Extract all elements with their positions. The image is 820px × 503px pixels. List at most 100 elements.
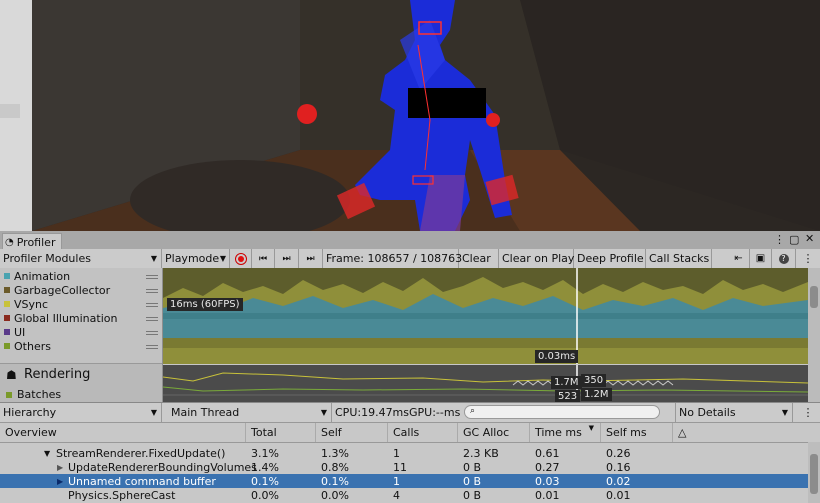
column-self-ms[interactable]: Self ms bbox=[601, 423, 673, 442]
module-garbage-collector[interactable]: GarbageCollector bbox=[4, 283, 110, 297]
more-options-icon: ⋮ bbox=[802, 252, 814, 265]
scene-render bbox=[0, 0, 820, 231]
previous-frame-button[interactable]: ⏮ bbox=[252, 249, 275, 268]
cursor-time-label: 0.03ms bbox=[535, 350, 579, 363]
self-value: 1.3% bbox=[321, 446, 349, 460]
view-type-dropdown[interactable]: Hierarchy ▼ bbox=[0, 403, 162, 422]
column-calls[interactable]: Calls bbox=[388, 423, 458, 442]
module-color-swatch bbox=[4, 273, 10, 279]
total-value: 0.0% bbox=[251, 488, 279, 502]
cpu-usage-chart[interactable]: 16ms (60FPS) 0.03ms bbox=[163, 268, 808, 364]
drag-handle-icon[interactable] bbox=[146, 275, 158, 279]
time-ms-value: 0.03 bbox=[535, 474, 560, 488]
column-label: Self ms bbox=[606, 426, 647, 439]
total-value: 0.1% bbox=[251, 474, 279, 488]
maximize-icon[interactable]: ▢ bbox=[789, 233, 799, 246]
self-ms-value: 0.26 bbox=[606, 446, 631, 460]
table-row[interactable]: Physics.SphereCast 0.0% 0.0% 4 0 B 0.01 … bbox=[0, 488, 808, 502]
module-others[interactable]: Others bbox=[4, 339, 51, 353]
gc-alloc-value: 0 B bbox=[463, 474, 482, 488]
module-label: Animation bbox=[14, 269, 71, 283]
load-button[interactable]: ⇤ bbox=[728, 249, 750, 268]
rendering-title: Rendering bbox=[24, 367, 91, 382]
self-ms-value: 0.02 bbox=[606, 474, 631, 488]
dropdown-arrow-icon: ▼ bbox=[320, 408, 327, 417]
drag-handle-icon[interactable] bbox=[146, 331, 158, 335]
clear-button[interactable]: Clear bbox=[459, 249, 499, 268]
sort-descending-icon: ▼ bbox=[588, 424, 594, 432]
playmode-dropdown[interactable]: Playmode ▼ bbox=[162, 249, 230, 268]
rendering-module[interactable]: ☗ Rendering Batches bbox=[0, 363, 162, 403]
rendering-chart-graphic bbox=[163, 365, 808, 402]
call-stacks-toggle[interactable]: Call Stacks bbox=[646, 249, 712, 268]
batches-label: Batches bbox=[17, 388, 62, 401]
calls-value: 1 bbox=[393, 446, 400, 460]
sample-name: StreamRenderer.FixedUpdate() bbox=[56, 446, 226, 460]
clear-on-play-toggle[interactable]: Clear on Play bbox=[499, 249, 574, 268]
table-row-selected[interactable]: ▶ Unnamed command buffer 0.1% 0.1% 1 0 B… bbox=[0, 474, 808, 488]
thread-dropdown[interactable]: Main Thread ▼ bbox=[168, 403, 332, 422]
module-label: UI bbox=[14, 325, 26, 339]
time-ms-value: 0.61 bbox=[535, 446, 560, 460]
tab-profiler[interactable]: ◔ Profiler bbox=[2, 233, 63, 250]
warning-icon: △ bbox=[678, 426, 687, 439]
module-vsync[interactable]: VSync bbox=[4, 297, 48, 311]
column-time-ms[interactable]: Time ms ▼ bbox=[530, 423, 601, 442]
deep-profile-toggle[interactable]: Deep Profile bbox=[574, 249, 646, 268]
more-options-icon[interactable]: ⋮ bbox=[774, 233, 785, 246]
module-global-illumination[interactable]: Global Illumination bbox=[4, 311, 117, 325]
table-row[interactable]: ▼ StreamRenderer.FixedUpdate() 3.1% 1.3%… bbox=[0, 446, 808, 460]
drag-handle-icon[interactable] bbox=[146, 289, 158, 293]
clear-on-play-label: Clear on Play bbox=[502, 252, 575, 265]
help-button[interactable]: ? bbox=[772, 249, 796, 268]
chart-scrollbar[interactable] bbox=[808, 268, 820, 402]
drag-handle-icon[interactable] bbox=[146, 303, 158, 307]
column-gc-alloc[interactable]: GC Alloc bbox=[458, 423, 530, 442]
gc-alloc-value: 2.3 KB bbox=[463, 446, 499, 460]
record-button[interactable] bbox=[230, 249, 252, 268]
frame-counter: Frame: 108657 / 108763 bbox=[323, 249, 462, 268]
column-warnings[interactable]: △ bbox=[673, 423, 697, 442]
toolbar-menu-button[interactable]: ⋮ bbox=[796, 249, 820, 268]
drag-handle-icon[interactable] bbox=[146, 345, 158, 349]
expand-arrow-icon[interactable]: ▼ bbox=[44, 446, 50, 460]
save-icon: ▣ bbox=[755, 253, 766, 264]
chart-scrollbar-thumb[interactable] bbox=[810, 286, 818, 308]
close-icon[interactable]: ✕ bbox=[805, 232, 814, 245]
self-value: 0.0% bbox=[321, 488, 349, 502]
sample-name: UpdateRendererBoundingVolumes bbox=[68, 460, 257, 474]
current-frame-button[interactable]: ⏭ bbox=[299, 249, 323, 268]
profiler-modules-dropdown[interactable]: Profiler Modules ▼ bbox=[0, 249, 162, 268]
details-menu-button[interactable]: ⋮ bbox=[796, 403, 820, 422]
save-button[interactable]: ▣ bbox=[750, 249, 772, 268]
self-ms-value: 0.16 bbox=[606, 460, 631, 474]
table-row[interactable]: ▶ UpdateRendererBoundingVolumes 1.4% 0.8… bbox=[0, 460, 808, 474]
details-dropdown[interactable]: No Details ▼ bbox=[675, 403, 793, 422]
expand-arrow-icon[interactable]: ▶ bbox=[57, 460, 63, 474]
call-stacks-label: Call Stacks bbox=[649, 252, 710, 265]
column-self[interactable]: Self bbox=[316, 423, 388, 442]
profiler-tab-bar: ◔ Profiler ⋮ ▢ ✕ bbox=[0, 231, 820, 250]
load-icon: ⇤ bbox=[734, 253, 743, 264]
tab-profiler-label: Profiler bbox=[16, 235, 56, 249]
module-animation[interactable]: Animation bbox=[4, 269, 70, 283]
column-label: Total bbox=[251, 426, 277, 439]
profiler-toolbar: Profiler Modules ▼ Playmode ▼ ⏮ ⏭ ⏭ Fram… bbox=[0, 249, 820, 269]
column-overview[interactable]: Overview bbox=[0, 423, 246, 442]
details-toolbar: Hierarchy ▼ Main Thread ▼ CPU:19.47ms GP… bbox=[0, 402, 820, 423]
profiler-modules-label: Profiler Modules bbox=[3, 252, 91, 265]
time-ms-value: 0.01 bbox=[535, 488, 560, 502]
expand-arrow-icon[interactable]: ▶ bbox=[57, 474, 63, 488]
search-input[interactable]: ⌕ bbox=[464, 405, 660, 419]
next-frame-button[interactable]: ⏭ bbox=[275, 249, 299, 268]
scene-view bbox=[0, 0, 820, 231]
gpu-time-text: GPU:--ms bbox=[409, 406, 461, 419]
table-scrollbar[interactable] bbox=[808, 442, 820, 503]
rendering-chart[interactable]: 1.7M 350 523 1.2M bbox=[163, 365, 808, 402]
table-scrollbar-thumb[interactable] bbox=[810, 454, 818, 494]
sample-name: Physics.SphereCast bbox=[68, 488, 176, 502]
step-back-icon: ⏮ bbox=[258, 253, 268, 264]
column-total[interactable]: Total bbox=[246, 423, 316, 442]
module-ui[interactable]: UI bbox=[4, 325, 25, 339]
drag-handle-icon[interactable] bbox=[146, 317, 158, 321]
